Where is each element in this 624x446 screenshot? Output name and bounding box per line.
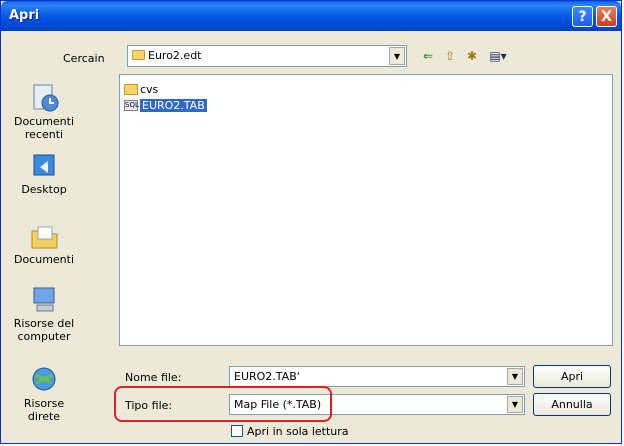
look-in-value: Euro2.edt [148, 49, 202, 62]
network-icon [28, 365, 60, 395]
filename-value: EURO2.TAB' [234, 370, 300, 383]
title-bar[interactable]: Apri ? X [1, 1, 621, 31]
file-name: cvs [140, 82, 159, 96]
highlight-annotation [114, 386, 332, 422]
close-icon: X [601, 8, 612, 25]
open-label: Apri [560, 370, 584, 383]
place-label: Risorse del computer [13, 317, 75, 343]
cancel-label: Annulla [551, 398, 593, 411]
folder-icon [124, 83, 138, 95]
file-list[interactable]: cvs SQL EURO2.TAB [119, 74, 613, 346]
places-bar: Documenti recenti Desktop Documenti Riso… [9, 73, 117, 435]
folder-icon [132, 50, 145, 60]
look-in-combo[interactable]: Euro2.edt ▼ [127, 45, 407, 67]
cancel-button[interactable]: Annulla [533, 393, 611, 416]
new-folder-button[interactable]: ✱ [463, 47, 481, 65]
my-computer-icon [28, 285, 60, 315]
chevron-down-icon[interactable]: ▼ [507, 368, 523, 385]
window-title: Apri [9, 8, 40, 23]
open-button[interactable]: Apri [533, 365, 611, 388]
help-button[interactable]: ? [572, 6, 593, 27]
help-icon: ? [578, 8, 587, 25]
place-label: Documenti [13, 253, 75, 266]
place-label: Risorse direte [23, 397, 65, 423]
chevron-down-icon[interactable]: ▼ [389, 47, 405, 65]
file-name: EURO2.TAB [140, 98, 207, 112]
open-dialog: Apri ? X Cercain Euro2.edt ▼ ⇐ ⇧ ✱ ▤▾ Do… [0, 0, 622, 444]
recent-documents-icon [28, 83, 60, 113]
place-my-computer[interactable]: Risorse del computer [9, 285, 79, 343]
readonly-checkbox[interactable] [231, 425, 243, 437]
place-recent-documents[interactable]: Documenti recenti [9, 83, 79, 141]
my-documents-icon [28, 221, 60, 251]
place-network[interactable]: Risorse direte [9, 365, 79, 423]
desktop-icon [28, 151, 60, 181]
filename-field[interactable]: EURO2.TAB' ▼ [229, 366, 525, 387]
back-button[interactable]: ⇐ [419, 47, 437, 65]
list-item[interactable]: SQL EURO2.TAB [124, 97, 207, 113]
back-arrow-icon: ⇐ [422, 49, 434, 63]
place-my-documents[interactable]: Documenti [9, 221, 79, 266]
views-menu-button[interactable]: ▤▾ [485, 47, 511, 65]
new-folder-icon: ✱ [466, 49, 478, 63]
filename-label: Nome file: [125, 371, 182, 384]
list-item[interactable]: cvs [124, 81, 158, 97]
views-icon: ▤▾ [489, 49, 507, 63]
readonly-label: Apri in sola lettura [247, 425, 349, 438]
table-file-icon: SQL [124, 99, 139, 111]
chevron-down-icon[interactable]: ▼ [507, 396, 523, 413]
look-in-label: Cercain [63, 52, 105, 65]
place-desktop[interactable]: Desktop [9, 151, 79, 196]
up-folder-button[interactable]: ⇧ [441, 47, 459, 65]
place-label: Documenti recenti [13, 115, 75, 141]
up-folder-icon: ⇧ [444, 49, 456, 63]
place-label: Desktop [21, 183, 67, 196]
close-button[interactable]: X [596, 6, 617, 27]
